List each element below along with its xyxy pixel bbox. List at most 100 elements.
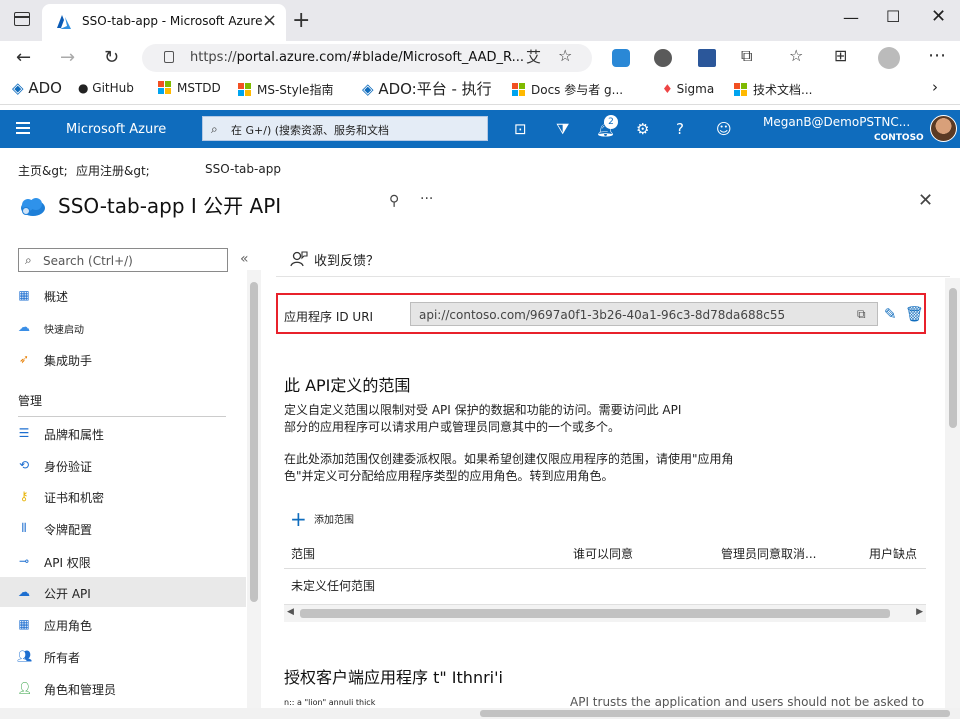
sidebar-item-expose-api[interactable]: ☁ 公开 API [0,577,246,607]
page-scrollbar-thumb[interactable] [480,710,950,717]
extensions-icon[interactable]: ⧉ [741,46,752,66]
column-header-who-can-consent[interactable]: 谁可以同意 [573,545,633,562]
cloud-icon: ☁ [18,585,30,599]
azure-brand[interactable]: Microsoft Azure [66,122,166,137]
collections-icon[interactable]: ⊞ [834,46,847,65]
app-id-uri-field[interactable]: api://contoso.com/9697a0f1-3b26-40a1-96c… [410,302,878,326]
bookmark-docs[interactable]: Docs 参与者 g... [512,81,623,98]
sidebar-item-branding[interactable]: ☰ 品牌和属性 [0,418,246,448]
help-icon[interactable]: ? [676,120,684,138]
copy-icon[interactable]: ⧉ [857,307,866,322]
avatar[interactable] [930,115,957,142]
read-aloud-icon[interactable]: 艾 [526,46,541,67]
owners-icon: 👥︎ [17,649,33,663]
bookmark-sigma[interactable]: ♦ Sigma [662,82,714,96]
scroll-left-icon[interactable]: ◀ [287,607,294,617]
bookmark-ado-platform[interactable]: ◈ ADO:平台 - 执行 [362,78,492,99]
overview-icon: ▦ [18,288,30,302]
sidebar-item-app-roles[interactable]: ▦ 应用角色 [0,609,246,639]
azure-search-input[interactable]: ⌕ 在 G+/) (搜索资源、服务和文档 [202,116,488,141]
tab-close-icon[interactable]: × [262,10,277,31]
new-tab-icon[interactable]: + [292,8,310,33]
main-scrollbar[interactable] [945,278,960,708]
settings-icon[interactable]: ⚙ [636,120,649,138]
breadcrumb-home[interactable]: 主页&gt; [18,162,68,179]
table-horizontal-scrollbar[interactable]: ◀ ▶ [284,604,926,622]
main-scrollbar-thumb[interactable] [949,288,957,428]
bookmark-mstdd[interactable]: MSTDD [158,81,221,95]
notification-badge: 2 [604,115,618,129]
nav-search-input[interactable]: ⌕ Search (Ctrl+/) [18,248,228,272]
sidebar-item-label: 所有者 [44,651,81,665]
account-name[interactable]: MeganB@DemoPSTNC... [763,115,910,129]
search-icon: ⌕ [25,253,32,267]
quickstart-icon: ☁ [18,320,30,334]
table-scrollbar-thumb[interactable] [300,609,890,618]
favorites-icon[interactable]: ☆ [789,46,803,65]
maximize-icon[interactable]: ☐ [886,7,900,26]
collapse-nav-icon[interactable]: « [240,251,249,267]
breadcrumb-app-registrations[interactable]: 应用注册&gt; [76,162,150,179]
table-header-divider [284,568,926,569]
edit-icon[interactable]: ✎ [884,305,897,323]
sidebar-item-authentication[interactable]: ⟲ 身份验证 [0,450,246,480]
roles-admins-icon: 👤︎ [17,681,33,695]
browser-tab[interactable]: SSO-tab-app - Microsoft Azure × [42,4,286,41]
sidebar-item-certificates[interactable]: ⚷ 证书和机密 [0,481,246,511]
column-header-user-consent[interactable]: 用户缺点 [869,545,917,562]
nav-scrollbar[interactable] [247,270,261,710]
column-header-scope[interactable]: 范围 [291,545,315,562]
table-empty-row: 未定义任何范围 [291,579,376,593]
address-bar-row: ← → ↻ https://portal.azure.com/#blade/Mi… [0,41,960,75]
delete-icon[interactable]: 🗑︎ [905,305,924,323]
back-icon[interactable]: ← [16,47,31,68]
sidebar-item-label: 身份验证 [44,460,93,474]
sidebar-item-api-permissions[interactable]: ⊸ API 权限 [0,546,246,576]
close-icon[interactable]: ✕ [918,190,933,211]
add-icon[interactable]: + [290,507,307,531]
sidebar-item-token-config[interactable]: ⦀ 令牌配置 [0,513,246,543]
nav-scrollbar-thumb[interactable] [250,282,258,602]
more-actions-icon[interactable]: ··· [420,191,433,207]
bookmark-ado[interactable]: ◈ ADO [12,79,62,97]
extension-palette-icon[interactable] [654,49,672,67]
pin-icon[interactable]: ⚲ [389,193,399,209]
sidebar-item-quickstart[interactable]: ☁ 快速启动 [0,312,246,342]
window-close-icon[interactable]: ✕ [931,6,946,27]
bookmarks-more-icon[interactable]: › [932,78,938,96]
nav-section-manage: 管理 [18,394,43,408]
bookmark-github[interactable]: ● GitHub [78,81,134,95]
authorized-clients-description: API trusts the application and users sho… [570,695,925,709]
bookmark-tech-docs[interactable]: 技术文档... [734,81,812,98]
bookmark-ms-style[interactable]: MS-Style指南 [238,81,333,98]
page-horizontal-scrollbar[interactable] [0,708,960,719]
minimize-icon[interactable]: — [843,8,859,27]
forward-icon[interactable]: → [60,47,75,68]
cloud-shell-icon[interactable]: ⊡ [514,120,527,138]
feedback-icon[interactable]: ☺ [716,120,732,138]
token-icon: ⦀ [21,521,27,535]
refresh-icon[interactable]: ↻ [104,47,119,68]
sidebar-item-integration-assistant[interactable]: ➶ 集成助手 [0,344,246,374]
directory-filter-icon[interactable]: ⧩ [556,120,569,138]
favorite-add-icon[interactable]: ☆ [558,46,572,65]
profile-icon[interactable] [878,47,900,69]
extension-word-icon[interactable] [698,49,716,67]
sidebar-item-roles-admins[interactable]: 👤︎ 角色和管理员 [0,673,246,703]
sidebar-item-owners[interactable]: 👥︎ 所有者 [0,641,246,671]
column-header-admin-consent[interactable]: 管理员同意取消... [721,545,816,562]
sidebar-item-overview[interactable]: ▦ 概述 [0,280,246,310]
tab-actions-icon[interactable] [14,12,30,26]
authorized-clients-note: n:: a "lion" annuli thick [284,698,376,707]
extension-shield-icon[interactable] [612,49,630,67]
scroll-right-icon[interactable]: ▶ [916,607,923,617]
add-scope-button[interactable]: 添加范围 [314,511,354,526]
lock-icon[interactable] [164,51,174,63]
search-icon: ⌕ [211,122,218,136]
sidebar-item-label: 角色和管理员 [44,683,117,697]
branding-icon: ☰ [18,426,30,440]
more-icon[interactable]: ⋯ [928,45,946,66]
feedback-link[interactable]: 收到反馈？ [314,250,379,269]
menu-icon[interactable] [16,122,30,134]
sidebar-item-label: 证书和机密 [44,491,105,505]
